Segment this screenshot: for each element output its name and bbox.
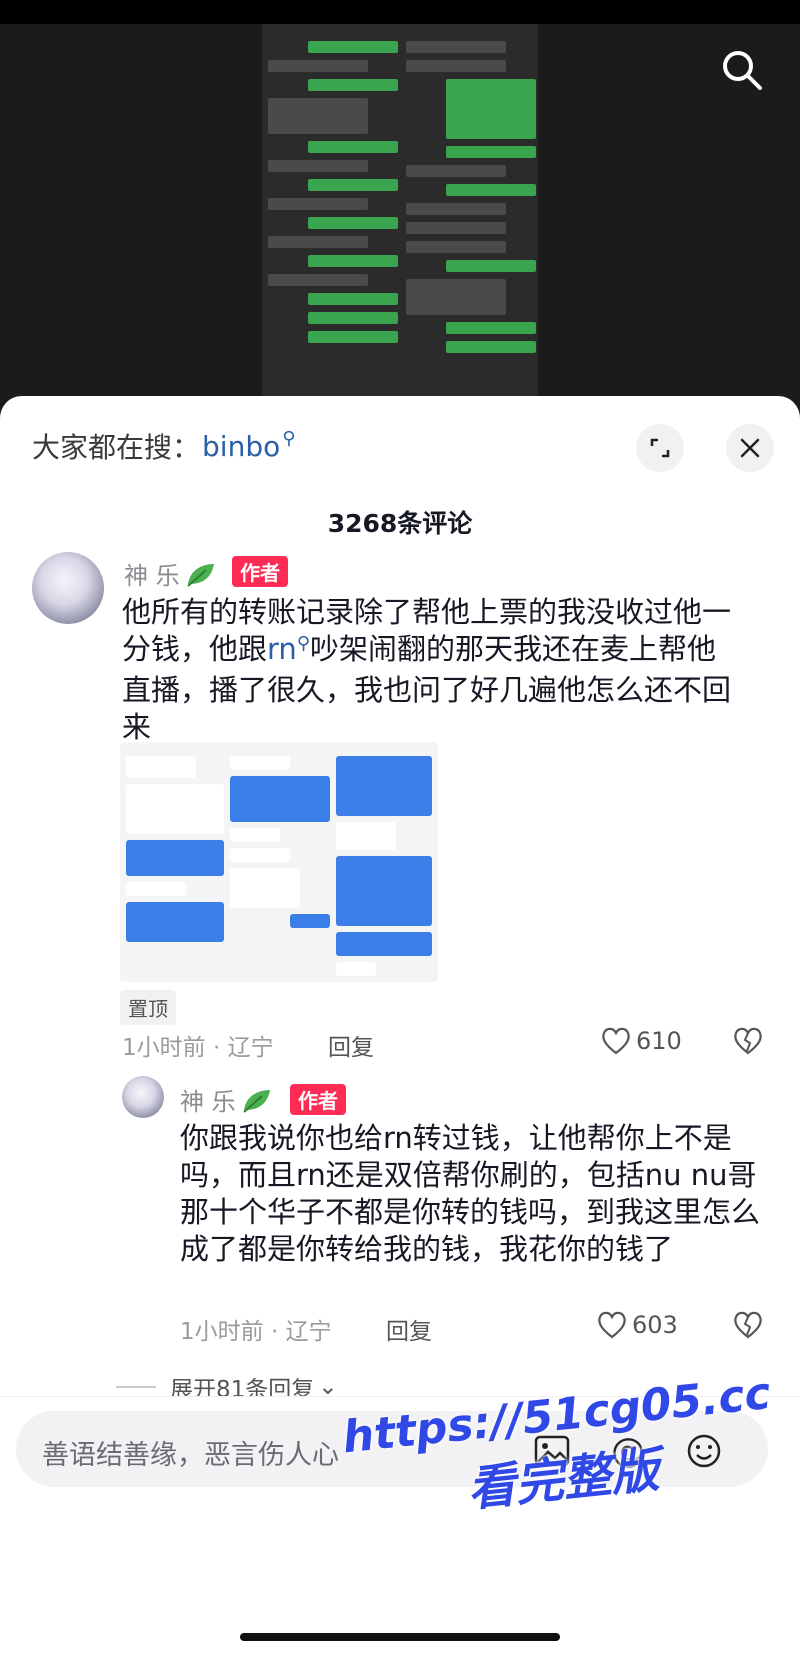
search-icon xyxy=(723,51,762,90)
username-text: 神 乐 xyxy=(180,1088,236,1116)
avatar[interactable] xyxy=(32,552,104,624)
comment-input-placeholder: 善语结善缘，恶言伤人心 xyxy=(42,1440,339,1471)
chevron-down-icon: ⌄ xyxy=(318,1378,338,1396)
comment-count: 3268条评论 xyxy=(327,509,473,538)
avatar[interactable] xyxy=(122,1076,164,1118)
expand-replies-label: 展开81条回复 xyxy=(170,1378,315,1396)
search-suggestion-prefix: 大家都在搜： xyxy=(32,431,201,464)
image-icon xyxy=(534,1435,570,1467)
leaf-icon xyxy=(242,1089,270,1113)
image-button[interactable] xyxy=(530,1429,574,1473)
author-badge: 作者 xyxy=(290,1084,346,1115)
heart-icon xyxy=(598,1311,626,1339)
author-badge: 作者 xyxy=(232,556,288,587)
comment-text: 你跟我说你也给rn转过钱，让他帮你上不是吗，而且rn还是双倍帮你刷的，包括nu … xyxy=(180,1121,761,1266)
comment-time-location: 1小时前 · 辽宁 xyxy=(122,1035,274,1061)
like-count: 610 xyxy=(636,1027,682,1055)
expand-icon xyxy=(650,438,670,458)
like-button[interactable]: 603 xyxy=(596,1310,678,1340)
reply-button[interactable]: 回复 xyxy=(328,1028,374,1062)
reply-button[interactable]: 回复 xyxy=(386,1312,432,1346)
status-bar xyxy=(0,0,800,24)
comment-username[interactable]: 神 乐 xyxy=(124,556,216,591)
emoji-icon xyxy=(687,1434,721,1468)
pinned-badge: 置顶 xyxy=(120,990,176,1025)
search-small-icon: ⚲ xyxy=(282,427,296,449)
comment-text: 他所有的转账记录除了帮他上票的我没收过他一分钱，他跟rn⚲吵架闹翻的那天我还在麦… xyxy=(122,595,732,744)
like-button[interactable]: 610 xyxy=(600,1026,682,1056)
comment-image[interactable] xyxy=(120,742,438,982)
search-small-icon: ⚲ xyxy=(296,633,310,654)
broken-heart-icon xyxy=(734,1311,762,1339)
like-count: 603 xyxy=(632,1311,678,1339)
rn-link[interactable]: rn xyxy=(267,632,297,666)
leaf-icon xyxy=(186,563,214,587)
home-indicator xyxy=(240,1633,560,1641)
mention-button[interactable]: @ xyxy=(606,1429,650,1473)
search-suggestion-keyword[interactable]: binbo xyxy=(202,430,280,463)
comment-input[interactable]: 善语结善缘，恶言伤人心 @ xyxy=(16,1411,768,1487)
search-suggestion[interactable]: 大家都在搜： binbo ⚲ xyxy=(32,426,295,466)
dislike-button[interactable] xyxy=(732,1310,764,1344)
comment-input-bar: 善语结善缘，恶言伤人心 @ xyxy=(0,1396,800,1662)
expand-replies-button[interactable]: 展开81条回复 ⌄ xyxy=(116,1378,338,1396)
close-icon xyxy=(740,438,760,458)
video-background[interactable] xyxy=(0,0,800,430)
search-button[interactable] xyxy=(716,44,768,96)
divider xyxy=(116,1386,156,1388)
heart-icon xyxy=(602,1027,630,1055)
dislike-button[interactable] xyxy=(732,1026,764,1060)
username-text: 神 乐 xyxy=(124,562,180,590)
close-button[interactable] xyxy=(726,424,774,472)
expand-button[interactable] xyxy=(636,424,684,472)
comment-time-location: 1小时前 · 辽宁 xyxy=(180,1319,332,1345)
video-frame xyxy=(262,24,538,404)
emoji-button[interactable] xyxy=(682,1429,726,1473)
broken-heart-icon xyxy=(734,1027,762,1055)
at-icon: @ xyxy=(611,1431,645,1471)
comment-username[interactable]: 神 乐 xyxy=(180,1082,272,1117)
